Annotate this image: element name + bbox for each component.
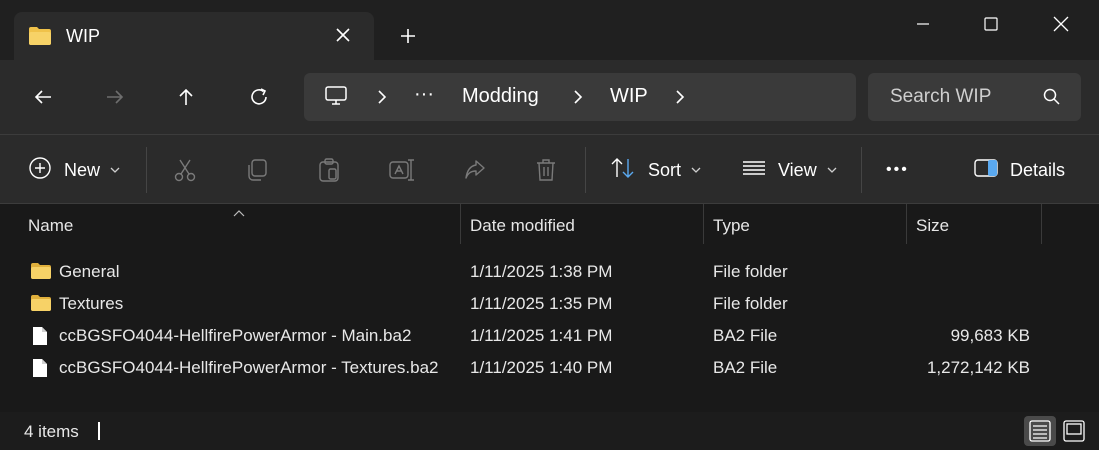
table-row[interactable]: ccBGSFO4044-HellfirePowerArmor - Main.ba…: [0, 320, 1099, 352]
search-placeholder: Search WIP: [890, 86, 992, 107]
item-count: 4 items: [24, 422, 79, 441]
sort-caret-up-icon: [232, 204, 246, 222]
tab-wip[interactable]: WIP: [14, 12, 374, 60]
sort-label: Sort: [648, 159, 682, 180]
maximize-icon[interactable]: [968, 10, 1014, 38]
title-bar: WIP: [0, 0, 1099, 60]
breadcrumb-overflow[interactable]: ···: [414, 83, 434, 106]
column-divider[interactable]: [906, 204, 907, 244]
column-divider[interactable]: [1041, 204, 1042, 244]
chevron-down-icon: [827, 161, 837, 179]
file-type: BA2 File: [713, 358, 778, 377]
breadcrumb-modding[interactable]: Modding: [462, 85, 539, 108]
new-button[interactable]: New: [28, 155, 120, 185]
close-icon[interactable]: [1038, 10, 1084, 38]
table-row[interactable]: General 1/11/2025 1:38 PM File folder: [0, 256, 1099, 288]
new-label: New: [64, 159, 101, 180]
file-list: Name Date modified Type Size General 1/1…: [0, 204, 1099, 412]
chevron-right-icon[interactable]: [376, 89, 388, 110]
file-date: 1/11/2025 1:41 PM: [470, 326, 613, 345]
rename-icon[interactable]: [388, 155, 416, 185]
sort-icon: [610, 156, 636, 185]
details-pane-icon: [974, 158, 998, 183]
file-type: File folder: [713, 262, 788, 281]
forward-arrow-icon[interactable]: [100, 82, 130, 112]
view-button[interactable]: View: [742, 155, 837, 185]
divider: [861, 147, 862, 193]
list-view-icon: [742, 158, 766, 183]
divider: [585, 147, 586, 193]
column-header-type[interactable]: Type: [713, 216, 750, 236]
folder-icon: [30, 294, 52, 317]
tiles-view-icon[interactable]: [1058, 416, 1090, 446]
file-size: 1,272,142 KB: [926, 358, 1030, 377]
column-divider[interactable]: [460, 204, 461, 244]
file-size: 99,683 KB: [950, 326, 1030, 345]
file-type: BA2 File: [713, 326, 778, 345]
delete-icon[interactable]: [534, 155, 558, 185]
up-arrow-icon[interactable]: [171, 82, 201, 112]
column-divider[interactable]: [703, 204, 704, 244]
cut-icon[interactable]: [172, 155, 198, 185]
minimize-icon[interactable]: [900, 10, 946, 38]
status-bar: 4 items: [0, 412, 1099, 450]
breadcrumb-wip[interactable]: WIP: [610, 85, 648, 108]
details-view-icon[interactable]: [1024, 416, 1056, 446]
table-row[interactable]: Textures 1/11/2025 1:35 PM File folder: [0, 288, 1099, 320]
view-label: View: [778, 159, 817, 180]
column-header-name[interactable]: Name: [28, 216, 73, 236]
chevron-down-icon: [691, 161, 701, 179]
copy-icon[interactable]: [244, 155, 270, 185]
column-header-size[interactable]: Size: [916, 216, 949, 236]
details-label: Details: [1010, 159, 1066, 180]
file-date: 1/11/2025 1:40 PM: [470, 358, 613, 377]
file-name: ccBGSFO4044-HellfirePowerArmor - Texture…: [59, 358, 439, 377]
table-row[interactable]: ccBGSFO4044-HellfirePowerArmor - Texture…: [0, 352, 1099, 384]
chevron-right-icon[interactable]: [674, 89, 686, 110]
file-name: Textures: [59, 294, 124, 313]
chevron-down-icon: [110, 161, 120, 179]
address-bar[interactable]: ··· Modding WIP: [304, 73, 856, 121]
divider: [146, 147, 147, 193]
file-date: 1/11/2025 1:38 PM: [470, 262, 613, 281]
text-cursor: [98, 422, 100, 440]
column-header-date[interactable]: Date modified: [470, 216, 575, 236]
paste-icon[interactable]: [316, 155, 342, 185]
file-icon: [32, 326, 48, 351]
tab-title: WIP: [66, 26, 100, 46]
folder-icon: [28, 26, 52, 51]
folder-icon: [30, 262, 52, 285]
more-options-icon[interactable]: •••: [886, 155, 909, 185]
back-arrow-icon[interactable]: [28, 82, 58, 112]
file-type: File folder: [713, 294, 788, 313]
search-input[interactable]: Search WIP: [868, 73, 1081, 121]
file-icon: [32, 358, 48, 383]
refresh-icon[interactable]: [244, 82, 274, 112]
file-date: 1/11/2025 1:35 PM: [470, 294, 613, 313]
sort-button[interactable]: Sort: [610, 155, 701, 185]
details-button[interactable]: Details: [974, 155, 1065, 185]
plus-icon[interactable]: [396, 24, 420, 48]
file-name: ccBGSFO4044-HellfirePowerArmor - Main.ba…: [59, 326, 412, 345]
share-icon[interactable]: [462, 155, 488, 185]
plus-circle-icon: [28, 156, 52, 185]
file-name: General: [59, 262, 120, 281]
command-bar: New Sort View ••• Details: [0, 135, 1099, 203]
navigation-bar: ··· Modding WIP Search WIP: [0, 60, 1099, 134]
computer-icon[interactable]: [324, 85, 348, 112]
chevron-right-icon[interactable]: [572, 89, 584, 110]
search-icon[interactable]: [1042, 87, 1062, 112]
close-tab-icon[interactable]: [332, 24, 354, 46]
